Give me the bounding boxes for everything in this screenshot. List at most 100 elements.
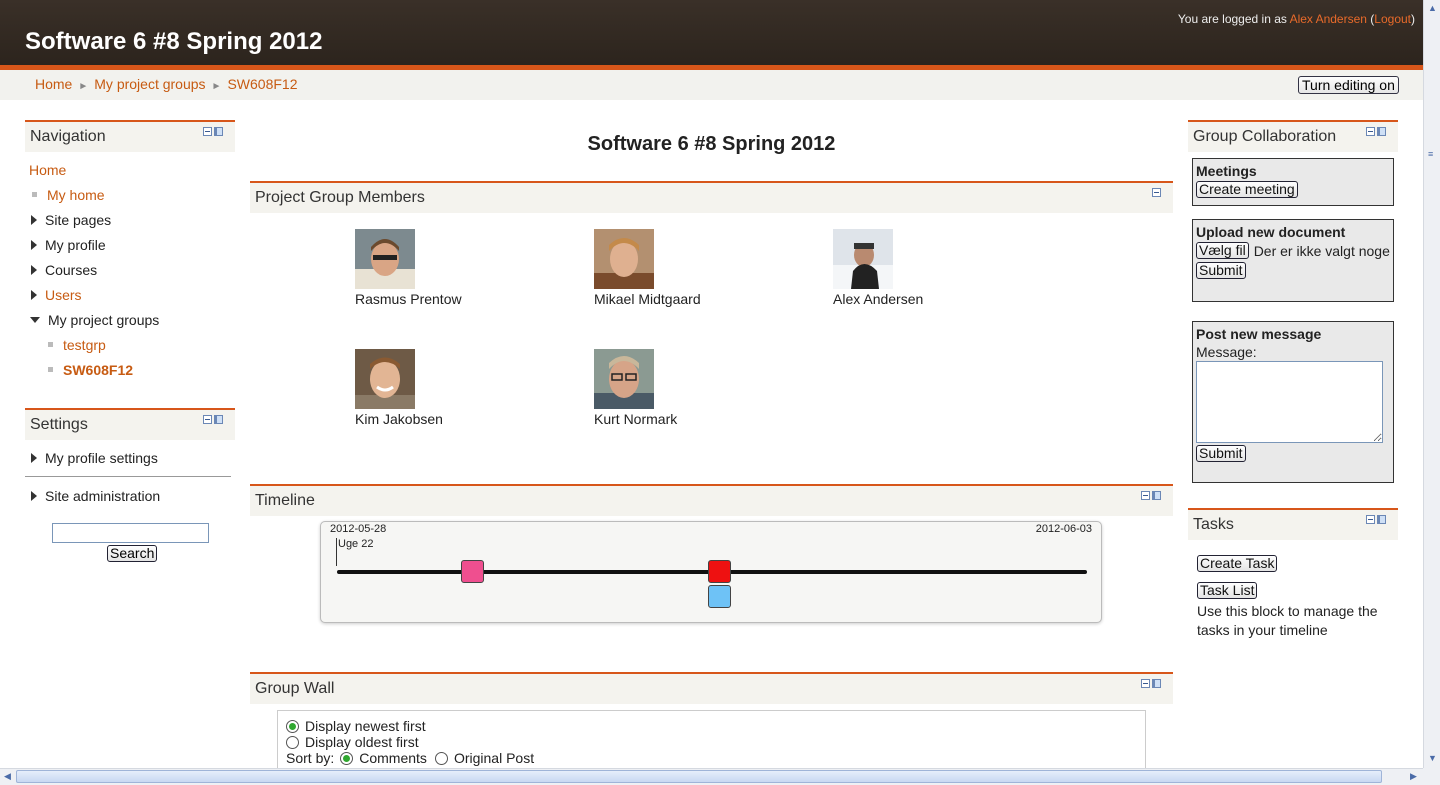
avatar[interactable] [355,229,415,289]
group-collaboration-block: Group Collaboration Meetings Create meet… [1188,120,1398,490]
member-card[interactable]: Kurt Normark [594,349,754,427]
create-task-button[interactable]: Create Task [1197,555,1278,572]
scroll-up-icon[interactable]: ▲ [1428,4,1437,13]
choose-file-button[interactable]: Vælg fil [1196,242,1249,259]
expand-arrow-icon[interactable] [31,239,37,250]
nav-item-sw608f12[interactable]: SW608F12 [25,357,235,382]
nav-item-site-pages[interactable]: Site pages [25,207,235,232]
radio-sort-original[interactable] [434,751,448,765]
avatar[interactable] [355,349,415,409]
block-controls [1152,188,1161,197]
nav-item-my-profile[interactable]: My profile [25,232,235,257]
settings-item-profile[interactable]: My profile settings [25,445,235,470]
radio-newest[interactable] [286,719,299,733]
collapse-icon[interactable] [1366,515,1375,524]
timeline-event-marker[interactable] [708,585,731,608]
collapse-arrow-icon[interactable] [30,316,40,323]
sort-by-row: Sort by: Comments Original Post [286,750,1145,766]
nav-item-label[interactable]: SW608F12 [63,362,133,378]
nav-item-label[interactable]: My profile [45,237,106,253]
breadcrumb-project-groups[interactable]: My project groups [94,76,205,92]
nav-item-courses[interactable]: Courses [25,257,235,282]
settings-item-label[interactable]: Site administration [45,488,160,504]
radio-sort-comments[interactable] [340,751,354,765]
nav-item-label[interactable]: testgrp [63,337,106,353]
scroll-grip-icon[interactable]: ≡ [1428,150,1433,159]
avatar[interactable] [594,229,654,289]
avatar[interactable] [833,229,893,289]
member-card[interactable]: Kim Jakobsen [355,349,515,427]
nav-item-home[interactable]: Home [25,157,235,182]
settings-item-site-admin[interactable]: Site administration [25,483,235,508]
user-name-link[interactable]: Alex Andersen [1290,12,1367,26]
dock-icon[interactable] [214,127,223,136]
scroll-right-icon[interactable]: ▶ [1410,772,1417,781]
scroll-down-icon[interactable]: ▼ [1428,754,1437,763]
settings-item-label[interactable]: My profile settings [45,450,158,466]
collapse-icon[interactable] [1141,491,1150,500]
upload-submit-button[interactable]: Submit [1196,262,1246,279]
horizontal-scroll-thumb[interactable] [16,770,1382,783]
block-controls [203,415,223,424]
dock-icon[interactable] [1377,515,1386,524]
collapse-icon[interactable] [1141,679,1150,688]
collapse-icon[interactable] [1366,127,1375,136]
scroll-left-icon[interactable]: ◀ [4,772,11,781]
collapse-icon[interactable] [203,127,212,136]
timeline-event-marker[interactable] [460,560,484,583]
nav-item-label[interactable]: Users [45,287,82,303]
search-button[interactable]: Search [107,545,158,562]
tasks-block: Tasks Create Task Task List Use this blo… [1188,508,1398,648]
task-list-button[interactable]: Task List [1197,582,1258,599]
tasks-block-header: Tasks [1188,510,1398,540]
settings-block-header: Settings [25,410,235,440]
nav-item-my-project-groups[interactable]: My project groups [25,307,235,332]
logout-link[interactable]: Logout [1374,12,1411,26]
timeline-week-tick [336,538,337,566]
nav-item-label[interactable]: My home [47,187,105,203]
dock-icon[interactable] [214,415,223,424]
avatar[interactable] [594,349,654,409]
vertical-scrollbar[interactable]: ▲ ≡ ▼ [1423,0,1440,768]
timeline-block-title: Timeline [255,492,315,509]
option-newest-first[interactable]: Display newest first [286,718,1145,734]
dock-icon[interactable] [1152,491,1161,500]
radio-oldest[interactable] [286,735,299,749]
timeline-event-marker[interactable] [708,560,731,583]
nav-item-label[interactable]: My project groups [48,312,159,328]
expand-arrow-icon[interactable] [31,214,37,225]
member-card[interactable]: Rasmus Prentow [355,229,515,307]
message-label: Message: [1196,344,1257,360]
members-block-title: Project Group Members [255,189,425,206]
collapse-icon[interactable] [1152,188,1161,197]
no-file-text: Der er ikke valgt noge [1253,242,1390,259]
nav-item-label[interactable]: Site pages [45,212,111,228]
expand-arrow-icon[interactable] [31,490,37,501]
nav-item-users[interactable]: Users [25,282,235,307]
block-controls [1141,679,1161,688]
message-textarea[interactable] [1196,361,1383,443]
member-name: Rasmus Prentow [355,291,462,307]
breadcrumb-current-group[interactable]: SW608F12 [227,76,297,92]
turn-editing-on-button[interactable]: Turn editing on [1298,76,1399,94]
nav-item-label[interactable]: Home [29,162,66,178]
member-card[interactable]: Mikael Midtgaard [594,229,754,307]
nav-item-testgrp[interactable]: testgrp [25,332,235,357]
expand-arrow-icon[interactable] [31,452,37,463]
breadcrumb-home[interactable]: Home [35,76,72,92]
nav-item-my-home[interactable]: My home [25,182,235,207]
option-oldest-first[interactable]: Display oldest first [286,734,1145,750]
meetings-panel: Meetings Create meeting [1192,158,1394,206]
post-submit-button[interactable]: Submit [1196,445,1246,462]
expand-arrow-icon[interactable] [31,264,37,275]
member-card[interactable]: Alex Andersen [833,229,993,307]
dock-icon[interactable] [1377,127,1386,136]
nav-item-label[interactable]: Courses [45,262,97,278]
create-meeting-button[interactable]: Create meeting [1196,181,1298,198]
expand-arrow-icon[interactable] [31,289,37,300]
collab-block-title: Group Collaboration [1193,128,1337,145]
dock-icon[interactable] [1152,679,1161,688]
collapse-icon[interactable] [203,415,212,424]
option-label: Display oldest first [305,734,419,750]
search-input[interactable] [52,523,209,543]
